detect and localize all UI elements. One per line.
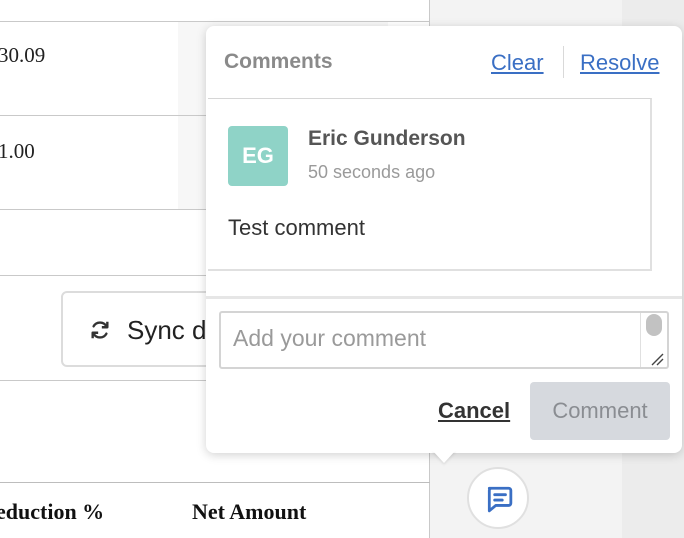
input-scrollbar[interactable]	[646, 314, 662, 336]
comment-bubble-icon	[487, 486, 513, 513]
comment-thread: EG Eric Gunderson 50 seconds ago Test co…	[208, 98, 652, 271]
resize-grip-icon[interactable]	[650, 352, 664, 366]
input-divider	[206, 296, 682, 299]
popover-arrow	[432, 450, 456, 463]
header-divider	[563, 46, 564, 78]
comments-toggle-button[interactable]	[467, 467, 529, 529]
cancel-button[interactable]: Cancel	[438, 398, 510, 424]
comments-popover: Comments Clear Resolve EG Eric Gunderson…	[206, 26, 682, 453]
comment-input[interactable]	[219, 311, 669, 369]
column-header: Net Amount	[192, 499, 307, 524]
input-scroll-track	[640, 313, 641, 367]
comment-author: Eric Gunderson	[308, 127, 466, 150]
clear-link[interactable]: Clear	[491, 50, 544, 76]
avatar: EG	[228, 126, 288, 186]
sync-button-label: Sync d	[127, 315, 207, 345]
row-divider	[0, 21, 430, 22]
comments-title: Comments	[224, 50, 333, 73]
table-cell: 30.09	[0, 43, 46, 67]
submit-comment-button[interactable]: Comment	[530, 382, 670, 440]
table-cell: 1.00	[0, 139, 35, 163]
sync-icon	[91, 321, 109, 339]
resolve-link[interactable]: Resolve	[580, 50, 659, 76]
column-header: eduction %	[0, 499, 105, 524]
comment-body: Test comment	[228, 215, 365, 240]
table-header-border	[0, 482, 430, 483]
comments-header: Comments Clear Resolve	[206, 26, 682, 98]
comment-timestamp: 50 seconds ago	[308, 162, 436, 182]
